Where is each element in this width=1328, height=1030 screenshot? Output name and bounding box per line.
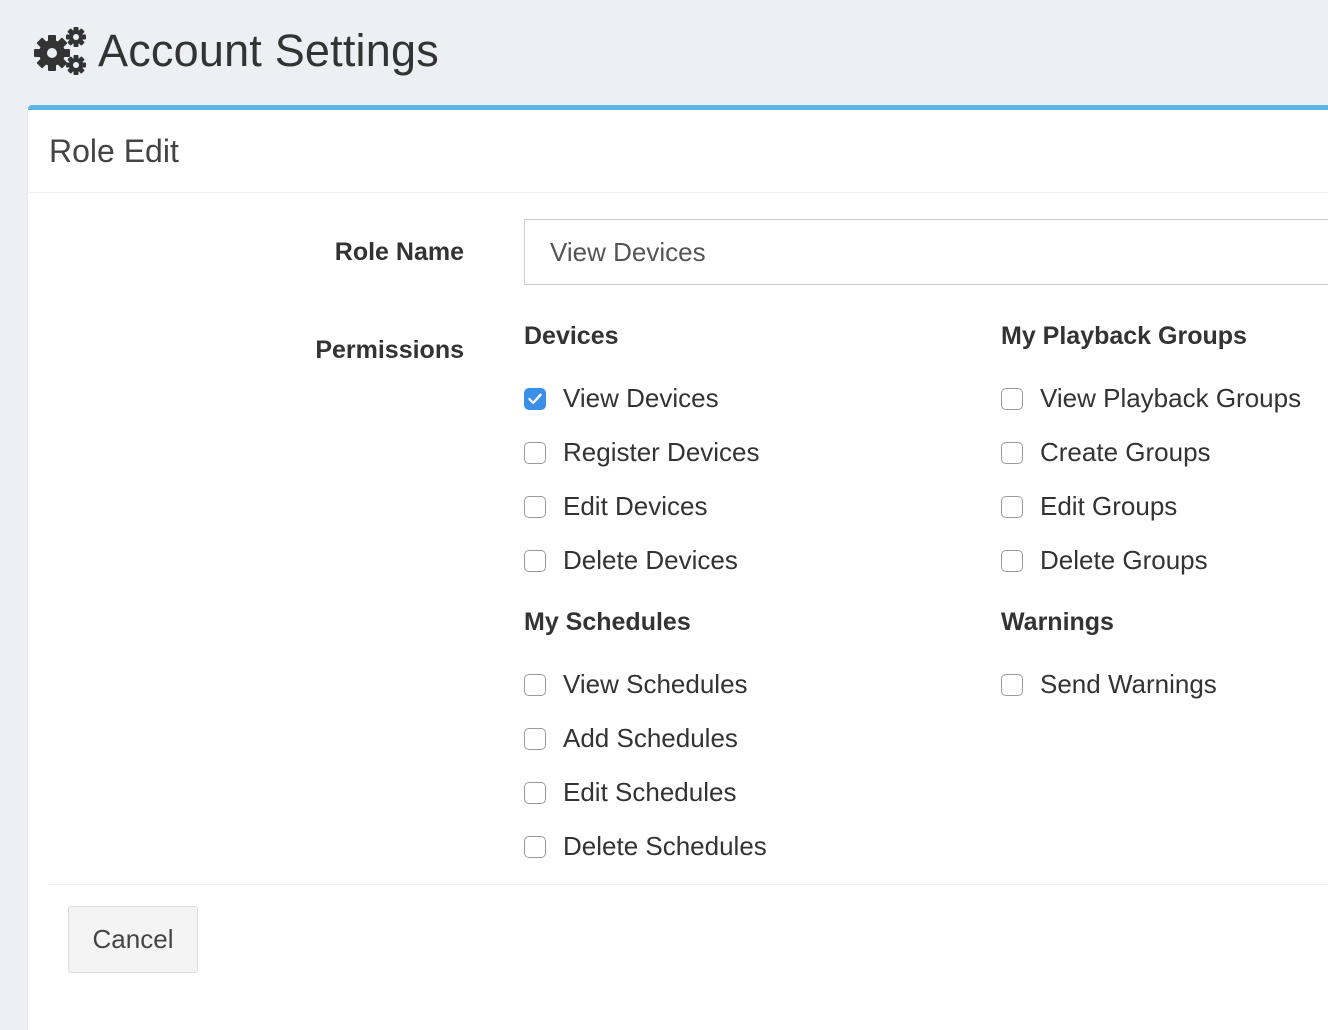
checkbox-delete-groups[interactable] <box>1001 550 1023 572</box>
permission-register-devices[interactable]: Register Devices <box>524 426 760 480</box>
checkbox-edit-groups[interactable] <box>1001 496 1023 518</box>
cancel-button[interactable]: Cancel <box>68 906 198 973</box>
permission-label: Delete Devices <box>563 544 738 575</box>
permissions-label: Permissions <box>315 336 464 364</box>
permission-label: Edit Schedules <box>563 776 737 807</box>
group-title-playback-groups: My Playback Groups <box>1001 322 1247 350</box>
permission-edit-schedules[interactable]: Edit Schedules <box>524 766 767 820</box>
permission-label: Send Warnings <box>1040 668 1217 699</box>
role-edit-box: Role Edit Role Name Permissions Devices … <box>28 105 1328 1030</box>
page-title: Account Settings <box>98 25 439 76</box>
permission-group-schedules: My Schedules View Schedules Add Schedules… <box>524 604 767 874</box>
group-title-warnings: Warnings <box>1001 608 1114 636</box>
permission-label: View Playback Groups <box>1040 382 1302 413</box>
permission-label: Create Groups <box>1040 436 1211 467</box>
permission-label: View Schedules <box>563 668 748 699</box>
permission-label: Add Schedules <box>563 722 738 753</box>
checkbox-delete-schedules[interactable] <box>524 836 546 858</box>
checkbox-view-devices[interactable] <box>524 388 546 410</box>
permission-group-warnings: Warnings Send Warnings <box>1001 604 1217 712</box>
permission-edit-groups[interactable]: Edit Groups <box>1001 480 1301 534</box>
checkbox-view-playback-groups[interactable] <box>1001 388 1023 410</box>
group-title-schedules: My Schedules <box>524 608 691 636</box>
permission-view-devices[interactable]: View Devices <box>524 372 760 426</box>
group-title-devices: Devices <box>524 322 619 350</box>
permission-add-schedules[interactable]: Add Schedules <box>524 712 767 766</box>
permission-delete-schedules[interactable]: Delete Schedules <box>524 820 767 874</box>
permission-send-warnings[interactable]: Send Warnings <box>1001 658 1217 712</box>
checkbox-edit-devices[interactable] <box>524 496 546 518</box>
permission-view-schedules[interactable]: View Schedules <box>524 658 767 712</box>
checkbox-edit-schedules[interactable] <box>524 782 546 804</box>
permission-group-playback-groups: My Playback Groups View Playback Groups C… <box>1001 318 1301 588</box>
permission-label: Edit Groups <box>1040 490 1178 521</box>
permission-label: Delete Schedules <box>563 830 767 861</box>
checkbox-create-groups[interactable] <box>1001 442 1023 464</box>
permission-label: Edit Devices <box>563 490 708 521</box>
permission-delete-devices[interactable]: Delete Devices <box>524 534 760 588</box>
checkbox-view-schedules[interactable] <box>524 674 546 696</box>
box-title: Role Edit <box>49 132 179 169</box>
permission-create-groups[interactable]: Create Groups <box>1001 426 1301 480</box>
permission-label: View Devices <box>563 382 719 413</box>
permission-label: Register Devices <box>563 436 760 467</box>
box-header: Role Edit <box>28 110 1328 193</box>
role-name-input[interactable] <box>524 219 1328 285</box>
permission-group-devices: Devices View Devices Register Devices Edit… <box>524 318 760 588</box>
footer-divider <box>48 884 1328 885</box>
checkbox-delete-devices[interactable] <box>524 550 546 572</box>
permission-view-playback-groups[interactable]: View Playback Groups <box>1001 372 1301 426</box>
permission-delete-groups[interactable]: Delete Groups <box>1001 534 1301 588</box>
gears-icon <box>32 25 88 77</box>
permission-label: Delete Groups <box>1040 544 1208 575</box>
checkbox-register-devices[interactable] <box>524 442 546 464</box>
permission-edit-devices[interactable]: Edit Devices <box>524 480 760 534</box>
checkbox-send-warnings[interactable] <box>1001 674 1023 696</box>
role-name-label: Role Name <box>334 238 464 266</box>
checkbox-add-schedules[interactable] <box>524 728 546 750</box>
page-header: Account Settings <box>32 20 439 82</box>
